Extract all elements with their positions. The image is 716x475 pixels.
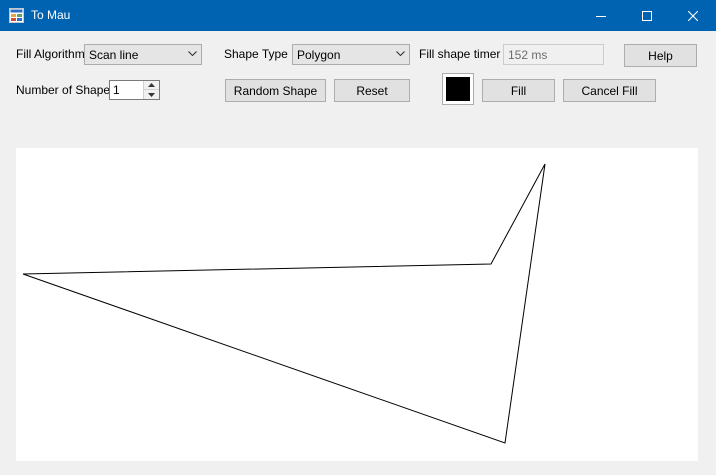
help-button[interactable]: Help bbox=[624, 44, 697, 67]
drawing-canvas[interactable] bbox=[16, 148, 698, 461]
shape-type-select[interactable]: Polygon bbox=[292, 44, 410, 65]
shape-type-value: Polygon bbox=[297, 48, 341, 62]
window-title: To Mau bbox=[31, 8, 71, 22]
cancel-fill-button[interactable]: Cancel Fill bbox=[563, 79, 656, 102]
number-of-shape-value: 1 bbox=[113, 83, 120, 97]
fill-algorithm-label: Fill Algorithm bbox=[16, 47, 85, 61]
polygon-shape bbox=[22, 163, 546, 444]
spin-up-button[interactable] bbox=[144, 81, 159, 90]
fill-algorithm-value: Scan line bbox=[89, 48, 139, 62]
form-icon bbox=[9, 8, 24, 23]
fill-color-swatch bbox=[446, 77, 470, 101]
close-button[interactable] bbox=[670, 0, 716, 31]
title-bar: To Mau bbox=[0, 0, 716, 31]
fill-color-picker[interactable] bbox=[442, 73, 474, 105]
canvas-drawing bbox=[22, 163, 546, 444]
maximize-button[interactable] bbox=[624, 0, 670, 31]
minimize-icon bbox=[596, 15, 606, 17]
arrow-up-icon bbox=[148, 83, 155, 87]
fill-algorithm-select[interactable]: Scan line bbox=[84, 44, 202, 65]
random-shape-button[interactable]: Random Shape bbox=[225, 79, 326, 102]
chevron-down-icon bbox=[396, 51, 405, 57]
fill-timer-value: 152 ms bbox=[508, 48, 548, 62]
arrow-down-icon bbox=[148, 92, 155, 97]
fill-timer-label: Fill shape timer bbox=[419, 47, 501, 61]
chevron-down-icon bbox=[188, 51, 197, 57]
spin-down-button[interactable] bbox=[144, 90, 159, 99]
shape-type-label: Shape Type bbox=[224, 47, 288, 61]
number-of-shape-label: Number of Shape bbox=[16, 83, 111, 97]
close-icon bbox=[688, 10, 698, 21]
minimize-button[interactable] bbox=[578, 0, 624, 31]
fill-button[interactable]: Fill bbox=[482, 79, 555, 102]
maximize-icon bbox=[642, 10, 652, 21]
reset-button[interactable]: Reset bbox=[334, 79, 410, 102]
fill-timer-field: 152 ms bbox=[503, 44, 604, 65]
number-of-shape-stepper[interactable]: 1 bbox=[109, 80, 160, 100]
